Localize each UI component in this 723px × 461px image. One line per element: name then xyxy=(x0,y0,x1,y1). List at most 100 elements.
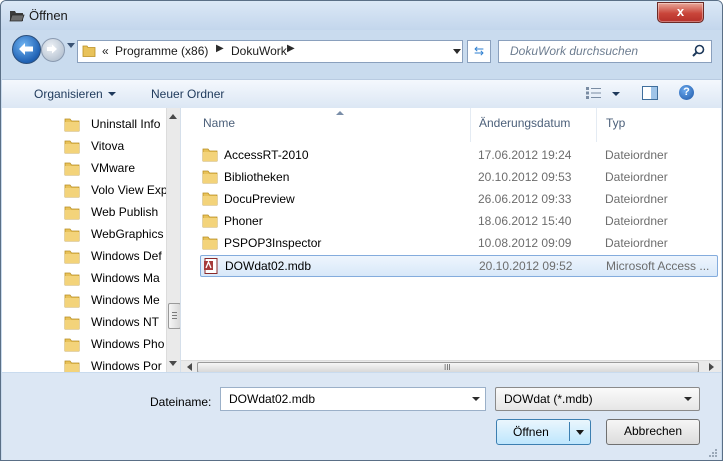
open-options-dropdown[interactable] xyxy=(576,430,584,435)
nav-item[interactable]: Web Publish xyxy=(64,202,174,224)
resize-grip-icon[interactable] xyxy=(708,448,718,458)
folder-icon xyxy=(202,148,218,162)
filename-history-dropdown[interactable] xyxy=(472,397,480,401)
file-name: DocuPreview xyxy=(224,192,295,206)
breadcrumb-arrow-icon[interactable]: ▶ xyxy=(287,43,295,54)
address-dropdown-icon[interactable] xyxy=(453,49,461,54)
nav-item-label: Vitova xyxy=(91,139,125,153)
address-row: « Programme (x86) ▶ DokuWork ▶ ⇆ DokuWor… xyxy=(1,30,722,67)
arrow-right-icon xyxy=(47,44,57,54)
breadcrumb-overflow[interactable]: « xyxy=(102,44,109,58)
file-name: Phoner xyxy=(224,214,263,228)
file-date: 17.06.2012 19:24 xyxy=(478,148,572,162)
file-name: Bibliotheken xyxy=(224,170,290,184)
nav-item[interactable]: Volo View Exp xyxy=(64,180,174,202)
file-row[interactable]: Phoner 18.06.2012 15:40 Dateiordner xyxy=(200,211,716,231)
chevron-down-icon xyxy=(684,397,692,401)
nav-item-label: WebGraphics xyxy=(91,227,164,241)
search-icon[interactable] xyxy=(692,44,705,57)
arrow-left-icon xyxy=(19,43,33,55)
open-button-label: Öffnen xyxy=(513,425,549,439)
refresh-icon: ⇆ xyxy=(473,44,485,58)
file-row[interactable]: DOWdat02.mdb 20.10.2012 09:52 Microsoft Ac… xyxy=(200,255,718,277)
forward-button[interactable] xyxy=(41,38,65,62)
sort-ascending-icon xyxy=(336,111,344,115)
filename-field[interactable]: DOWdat02.mdb xyxy=(220,387,486,411)
nav-item[interactable]: VMware xyxy=(64,158,174,180)
file-date: 10.08.2012 09:09 xyxy=(478,236,572,250)
file-date: 20.10.2012 09:52 xyxy=(479,259,573,273)
file-name: DOWdat02.mdb xyxy=(225,259,312,273)
folder-icon xyxy=(202,192,218,206)
view-options-icon[interactable] xyxy=(586,87,602,99)
filename-value: DOWdat02.mdb xyxy=(229,392,316,406)
column-header-type[interactable]: Typ xyxy=(606,116,625,130)
column-header-name[interactable]: Name xyxy=(203,116,235,130)
nav-item[interactable]: Windows Me xyxy=(64,290,174,312)
file-type: Dateiordner xyxy=(605,192,668,206)
nav-item[interactable]: Windows Ma xyxy=(64,268,174,290)
scroll-down-icon[interactable] xyxy=(169,361,177,366)
file-type: Dateiordner xyxy=(605,214,668,228)
folder-icon xyxy=(64,228,80,242)
nav-item-label: Uninstall Info xyxy=(91,117,161,131)
new-folder-button[interactable]: Neuer Ordner xyxy=(151,87,224,101)
scroll-up-icon[interactable] xyxy=(169,114,177,119)
open-button[interactable]: Öffnen xyxy=(496,419,591,445)
view-dropdown-icon[interactable] xyxy=(612,92,620,96)
folder-icon xyxy=(202,214,218,228)
file-row[interactable]: AccessRT-2010 17.06.2012 19:24 Dateiordner xyxy=(200,145,716,165)
file-row[interactable]: Bibliotheken 20.10.2012 09:53 Dateiordner xyxy=(200,167,716,187)
file-date: 20.10.2012 09:53 xyxy=(478,170,572,184)
back-button[interactable] xyxy=(12,35,41,64)
column-header-date[interactable]: Änderungsdatum xyxy=(479,116,570,130)
access-file-icon xyxy=(204,258,218,274)
nav-item[interactable]: Windows Por xyxy=(64,356,174,372)
cancel-button[interactable]: Abbrechen xyxy=(606,419,700,445)
nav-scrollbar[interactable] xyxy=(166,108,180,372)
breadcrumb-programme-x86[interactable]: Programme (x86) xyxy=(115,44,208,58)
nav-item[interactable]: Windows Def xyxy=(64,246,174,268)
scroll-grip: III xyxy=(444,363,451,372)
folder-icon xyxy=(64,206,80,220)
scroll-thumb[interactable] xyxy=(168,303,180,329)
address-bar[interactable]: « Programme (x86) ▶ DokuWork ▶ xyxy=(77,40,463,63)
title-bar[interactable]: Öffnen x xyxy=(1,1,722,30)
scroll-left-icon[interactable] xyxy=(187,363,192,371)
open-folder-icon xyxy=(9,11,25,22)
folder-icon xyxy=(64,250,80,264)
organize-menu[interactable]: Organisieren xyxy=(34,87,116,101)
nav-item[interactable]: Windows Pho xyxy=(64,334,174,356)
folder-icon xyxy=(64,294,80,308)
file-list-scrollbar[interactable]: III xyxy=(181,360,721,372)
file-list: Name Änderungsdatum Typ AccessRT-2010 17.… xyxy=(181,108,721,372)
scroll-right-icon[interactable] xyxy=(709,363,714,371)
command-bar: Organisieren Neuer Ordner ? xyxy=(2,79,721,109)
file-date: 18.06.2012 15:40 xyxy=(478,214,572,228)
file-type: Dateiordner xyxy=(605,148,668,162)
close-button[interactable]: x xyxy=(657,2,704,23)
help-icon[interactable]: ? xyxy=(679,85,694,100)
file-row[interactable]: PSPOP3Inspector 10.08.2012 09:09 Dateiordn… xyxy=(200,233,716,253)
dialog-footer: Dateiname: DOWdat02.mdb DOWdat (*.mdb) Ö… xyxy=(2,373,721,460)
preview-pane-icon[interactable] xyxy=(642,86,658,100)
nav-item[interactable]: WebGraphics xyxy=(64,224,174,246)
breadcrumb-dokuwork[interactable]: DokuWork xyxy=(231,44,287,58)
nav-item[interactable]: Windows NT xyxy=(64,312,174,334)
navigation-pane[interactable]: Uninstall Info Vitova VMware Volo View Exp W… xyxy=(2,108,181,372)
file-row[interactable]: DocuPreview 26.06.2012 09:33 Dateiordner xyxy=(200,189,716,209)
recent-pages-dropdown[interactable] xyxy=(67,43,75,48)
scroll-thumb[interactable]: III xyxy=(197,362,699,372)
folder-icon xyxy=(202,170,218,184)
breadcrumb-arrow-icon[interactable]: ▶ xyxy=(216,43,224,54)
search-input[interactable]: DokuWork durchsuchen xyxy=(498,40,712,63)
search-placeholder: DokuWork durchsuchen xyxy=(510,44,639,58)
nav-item[interactable]: Uninstall Info xyxy=(64,114,174,136)
nav-item[interactable]: Vitova xyxy=(64,136,174,158)
filetype-select[interactable]: DOWdat (*.mdb) xyxy=(495,387,700,411)
folder-icon xyxy=(64,118,80,132)
chevron-down-icon xyxy=(107,92,116,96)
file-date: 26.06.2012 09:33 xyxy=(478,192,572,206)
open-dialog: Öffnen x « Programme (x86) ▶ DokuWork ▶ … xyxy=(0,0,723,461)
refresh-button[interactable]: ⇆ xyxy=(467,40,491,63)
